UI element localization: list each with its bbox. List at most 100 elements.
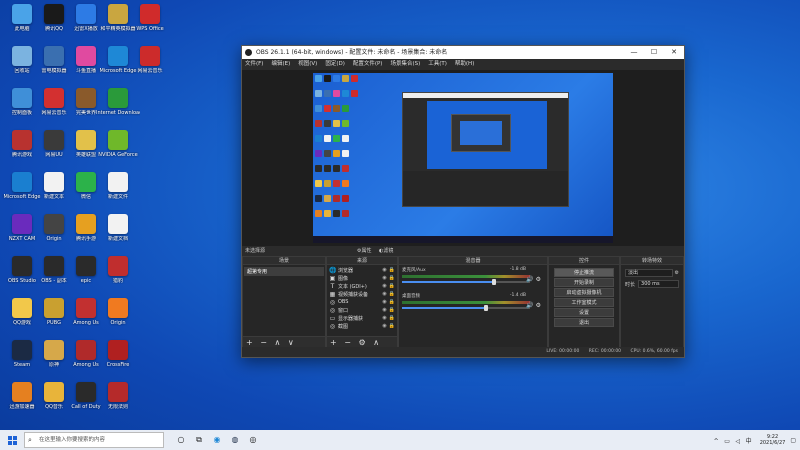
chevron-up-icon[interactable]: ^ bbox=[714, 438, 719, 445]
lock-icon[interactable]: 🔒 bbox=[389, 315, 395, 321]
app-icon bbox=[44, 172, 64, 192]
source-item[interactable]: ◎ OBS ◉ 🔒 bbox=[329, 298, 395, 306]
desktop-icon[interactable]: NVIDIA GeForce bbox=[98, 130, 138, 158]
source-item[interactable]: T 文本 (GDI+) ◉ 🔒 bbox=[329, 282, 395, 290]
app-icon bbox=[76, 382, 96, 402]
steam-icon[interactable]: ◍ bbox=[226, 435, 244, 445]
source-properties-button[interactable]: ⚙ bbox=[359, 338, 366, 347]
no-source-label: 未选择源 bbox=[245, 248, 266, 254]
desktop-icon-label: NVIDIA GeForce bbox=[98, 152, 138, 158]
settings-button[interactable]: 设置 bbox=[554, 308, 614, 317]
volume-slider[interactable] bbox=[402, 279, 530, 285]
remove-source-button[interactable]: − bbox=[344, 338, 351, 347]
eye-icon[interactable]: ◉ bbox=[382, 307, 386, 313]
close-button[interactable]: ✕ bbox=[664, 46, 684, 59]
source-item[interactable]: ◎ 窗口 ◉ 🔒 bbox=[329, 306, 395, 314]
desktop-icon-area: 此电脑 腾讯QQ 迅雷X播放 和平精英模拟器 WPS Office 回收站 雷电模拟器 斗鱼直… bbox=[0, 0, 170, 430]
transition-type-select[interactable]: 淡出 bbox=[625, 269, 673, 277]
gear-icon[interactable]: ⚙ bbox=[675, 270, 679, 276]
start-button[interactable] bbox=[0, 430, 24, 450]
desktop-icon[interactable]: 新建文件 bbox=[101, 172, 135, 200]
menu-dock[interactable]: 固定(D) bbox=[325, 59, 345, 70]
edge-icon[interactable]: ◉ bbox=[208, 435, 226, 445]
source-item[interactable]: ▦ 视频捕获设备 ◉ 🔒 bbox=[329, 290, 395, 298]
volume-slider[interactable] bbox=[402, 305, 530, 311]
gear-icon[interactable]: ⚙ bbox=[536, 302, 541, 309]
clock[interactable]: 9:22 2021/6/27 bbox=[760, 434, 786, 446]
move-scene-down-button[interactable]: ∨ bbox=[288, 338, 294, 347]
start-virtual-camera-button[interactable]: 启动虚拟摄像机 bbox=[554, 288, 614, 297]
obs-statusbar: LIVE: 00:00:00 REC: 00:00:00 CPU: 0.6%, … bbox=[242, 347, 684, 357]
source-item[interactable]: ▭ 显示器捕获 ◉ 🔒 bbox=[329, 314, 395, 322]
network-icon[interactable]: ▭ bbox=[724, 438, 730, 445]
app-icon bbox=[108, 298, 128, 318]
lock-icon[interactable]: 🔒 bbox=[389, 299, 395, 305]
menu-view[interactable]: 视图(V) bbox=[298, 59, 317, 70]
menu-profile[interactable]: 配置文件(P) bbox=[353, 59, 383, 70]
desktop-icon-label: 网易云音乐 bbox=[137, 68, 163, 74]
taskbar-search-box[interactable]: ⌕ 在这里输入你要搜索的内容 bbox=[24, 432, 164, 448]
scene-item[interactable]: 超第专用 bbox=[244, 267, 324, 276]
speaker-icon[interactable]: 🔊 bbox=[526, 276, 533, 283]
lock-icon[interactable]: 🔒 bbox=[389, 283, 395, 289]
eye-icon[interactable]: ◉ bbox=[382, 291, 386, 297]
menu-scene-collection[interactable]: 场景集合(S) bbox=[390, 59, 420, 70]
obs-taskbar-icon[interactable]: ◎ bbox=[244, 435, 262, 445]
desktop-icon[interactable]: 网易云音乐 bbox=[133, 46, 167, 74]
add-source-button[interactable]: + bbox=[330, 338, 337, 347]
task-view-icon[interactable]: ⧉ bbox=[190, 435, 208, 445]
desktop-icon[interactable]: CrossFire bbox=[101, 340, 135, 368]
eye-icon[interactable]: ◉ bbox=[382, 315, 386, 321]
stop-streaming-button[interactable]: 停止推流 bbox=[554, 268, 614, 277]
notification-icon[interactable]: ▢ bbox=[790, 437, 796, 444]
remove-scene-button[interactable]: − bbox=[260, 338, 267, 347]
eye-icon[interactable]: ◉ bbox=[382, 283, 386, 289]
source-item[interactable]: ▣ 图像 ◉ 🔒 bbox=[329, 274, 395, 282]
eye-icon[interactable]: ◉ bbox=[382, 267, 386, 273]
desktop-icon[interactable]: 猎豹 bbox=[101, 256, 135, 284]
lock-icon[interactable]: 🔒 bbox=[389, 291, 395, 297]
minimize-button[interactable]: — bbox=[624, 46, 644, 59]
desktop-icon[interactable]: WPS Office bbox=[133, 4, 167, 32]
volume-icon[interactable]: ◁ bbox=[735, 438, 740, 445]
eye-icon[interactable]: ◉ bbox=[382, 323, 386, 329]
eye-icon[interactable]: ◉ bbox=[382, 275, 386, 281]
lock-icon[interactable]: 🔒 bbox=[389, 307, 395, 313]
source-toolbar: 未选择源 ⚙属性 ◐滤镜 bbox=[242, 246, 684, 256]
gear-icon[interactable]: ⚙ bbox=[536, 276, 541, 283]
move-source-up-button[interactable]: ∧ bbox=[373, 338, 379, 347]
source-item[interactable]: 🌐 浏览器 ◉ 🔒 bbox=[329, 266, 395, 274]
search-placeholder: 在这里输入你要搜索的内容 bbox=[39, 437, 106, 443]
desktop-icon[interactable]: 新建文档 bbox=[101, 214, 135, 242]
desktop-icon[interactable]: Origin bbox=[101, 298, 135, 326]
source-item[interactable]: ◎ 截图 ◉ 🔒 bbox=[329, 322, 395, 330]
exit-button[interactable]: 退出 bbox=[554, 318, 614, 327]
menu-help[interactable]: 帮助(H) bbox=[455, 59, 474, 70]
duration-input[interactable]: 300 ms bbox=[638, 280, 679, 288]
properties-button[interactable]: ⚙属性 bbox=[357, 246, 371, 256]
source-type-icon: ▭ bbox=[329, 314, 336, 322]
lock-icon[interactable]: 🔒 bbox=[389, 267, 395, 273]
start-recording-button[interactable]: 开始录制 bbox=[554, 278, 614, 287]
app-icon bbox=[76, 172, 96, 192]
desktop-icon[interactable]: 无限法则 bbox=[101, 382, 135, 410]
add-scene-button[interactable]: + bbox=[246, 338, 253, 347]
filters-button[interactable]: ◐滤镜 bbox=[379, 246, 393, 256]
menu-tools[interactable]: 工具(T) bbox=[428, 59, 447, 70]
cortana-icon[interactable]: ○ bbox=[172, 435, 190, 445]
menu-file[interactable]: 文件(F) bbox=[245, 59, 263, 70]
desktop-icon[interactable]: Internet Download bbox=[96, 88, 140, 116]
eye-icon[interactable]: ◉ bbox=[382, 299, 386, 305]
speaker-icon[interactable]: 🔊 bbox=[526, 302, 533, 309]
obs-titlebar[interactable]: OBS 26.1.1 (64-bit, windows) - 配置文件: 未命名… bbox=[242, 46, 684, 59]
app-icon bbox=[76, 4, 96, 24]
preview-canvas[interactable] bbox=[313, 73, 613, 243]
studio-mode-button[interactable]: 工作室模式 bbox=[554, 298, 614, 307]
maximize-button[interactable]: ☐ bbox=[644, 46, 664, 59]
source-type-icon: ▦ bbox=[329, 290, 336, 298]
lock-icon[interactable]: 🔒 bbox=[389, 275, 395, 281]
move-scene-up-button[interactable]: ∧ bbox=[275, 338, 281, 347]
ime-icon[interactable]: 中 bbox=[746, 438, 752, 445]
lock-icon[interactable]: 🔒 bbox=[389, 323, 395, 329]
menu-edit[interactable]: 编辑(E) bbox=[271, 59, 290, 70]
